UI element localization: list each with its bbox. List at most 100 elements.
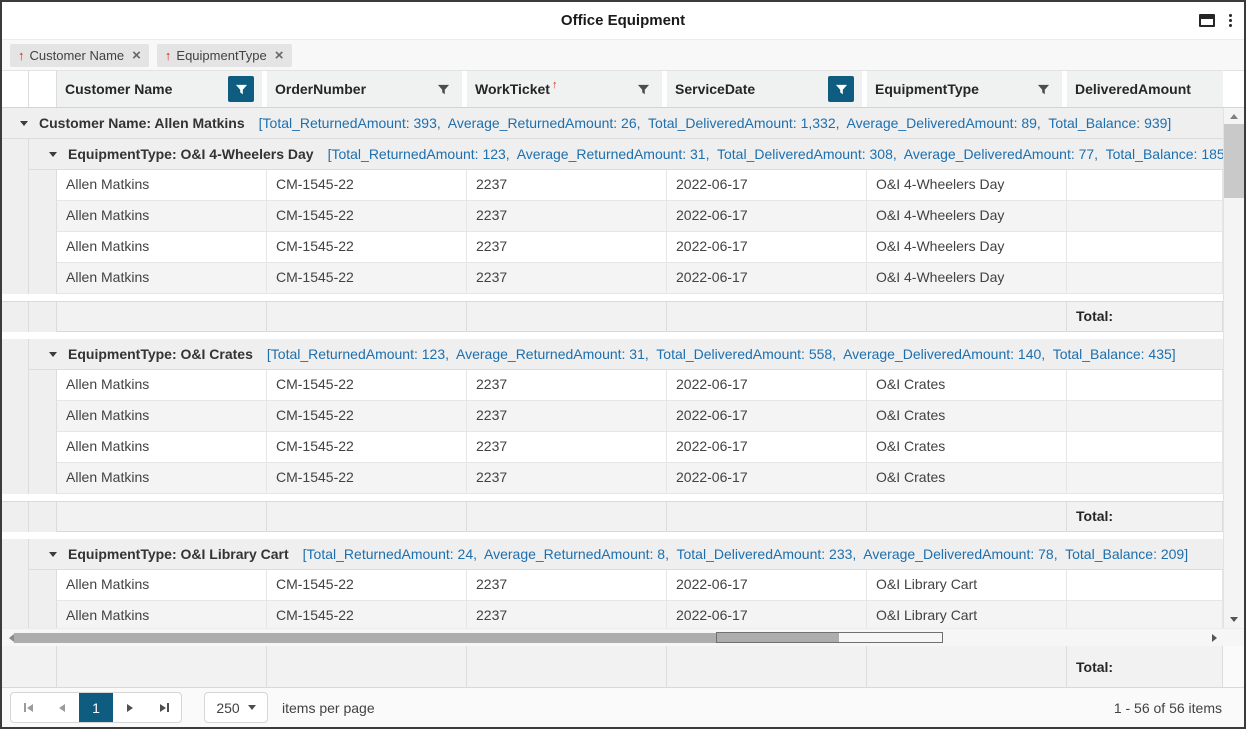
cell-ordernumber: CM-1545-22	[267, 463, 467, 494]
footer-cell-equipmenttype	[867, 302, 1067, 332]
cell-customer-name: Allen Matkins	[57, 432, 267, 463]
column-header-deliveredamount[interactable]: DeliveredAmount	[1067, 71, 1223, 107]
vertical-scrollbar[interactable]	[1223, 108, 1244, 628]
table-row[interactable]: Allen MatkinsCM-1545-2222372022-06-17O&I…	[2, 370, 1223, 401]
table-row[interactable]: Allen MatkinsCM-1545-2222372022-06-17O&I…	[2, 201, 1223, 232]
cell-deliveredamount	[1067, 170, 1223, 201]
cell-customer-name: Allen Matkins	[57, 263, 267, 294]
table-row[interactable]: Allen MatkinsCM-1545-2222372022-06-17O&I…	[2, 401, 1223, 432]
cell-equipmenttype: O&I 4-Wheelers Day	[867, 170, 1067, 201]
next-page-icon[interactable]	[113, 693, 147, 722]
cell-workticket: 2237	[467, 463, 667, 494]
footer-cell-servicedate	[667, 502, 867, 532]
scroll-up-icon[interactable]	[1230, 114, 1238, 119]
cell-workticket: 2237	[467, 601, 667, 628]
cell-servicedate: 2022-06-17	[667, 370, 867, 401]
scroll-down-icon[interactable]	[1230, 617, 1238, 622]
table-row[interactable]: Allen MatkinsCM-1545-2222372022-06-17O&I…	[2, 463, 1223, 494]
table-row[interactable]: Allen MatkinsCM-1545-2222372022-06-17O&I…	[2, 170, 1223, 201]
filter-icon[interactable]	[1037, 83, 1050, 96]
cell-deliveredamount	[1067, 463, 1223, 494]
collapse-caret-icon[interactable]	[49, 152, 57, 157]
group-indent-cell	[2, 502, 29, 532]
table-row[interactable]: Allen MatkinsCM-1545-2222372022-06-17O&I…	[2, 232, 1223, 263]
group-indent-cell	[2, 263, 29, 294]
cell-ordernumber: CM-1545-22	[267, 201, 467, 232]
grand-footer-cell	[57, 646, 267, 687]
footer-cell-ordernumber	[267, 302, 467, 332]
group-label: Customer Name: Allen Matkins	[39, 115, 245, 131]
group-row-customer[interactable]: Customer Name: Allen Matkins[Total_Retur…	[2, 108, 1223, 139]
group-indent-cell	[29, 201, 57, 232]
grand-footer-cell	[267, 646, 467, 687]
cell-customer-name: Allen Matkins	[57, 232, 267, 263]
cell-customer-name: Allen Matkins	[57, 370, 267, 401]
vertical-scrollbar-thumb[interactable]	[1224, 124, 1244, 198]
collapse-caret-icon[interactable]	[49, 352, 57, 357]
group-indent-cell	[29, 502, 57, 532]
collapse-caret-icon[interactable]	[49, 552, 57, 557]
cell-servicedate: 2022-06-17	[667, 601, 867, 628]
group-chip-label: EquipmentType	[176, 48, 266, 63]
group-footer-row: Total:	[2, 301, 1223, 332]
grand-total-row: Total:	[2, 646, 1244, 688]
previous-page-icon[interactable]	[45, 693, 79, 722]
table-row[interactable]: Allen MatkinsCM-1545-2222372022-06-17O&I…	[2, 432, 1223, 463]
column-header-customer-name[interactable]: Customer Name	[57, 71, 267, 107]
group-indent-cell	[29, 263, 57, 294]
footer-cell-servicedate	[667, 302, 867, 332]
up-arrow-icon: ↑	[165, 49, 172, 62]
pager-info: 1 - 56 of 56 items	[1114, 700, 1222, 716]
group-indent-cell	[2, 601, 29, 628]
grand-footer-cell	[867, 646, 1067, 687]
filter-icon-active[interactable]	[228, 76, 254, 102]
grid-rows: Customer Name: Allen Matkins[Total_Retur…	[2, 108, 1223, 628]
close-icon[interactable]: ×	[275, 48, 284, 63]
cell-deliveredamount	[1067, 570, 1223, 601]
cell-servicedate: 2022-06-17	[667, 232, 867, 263]
filter-icon[interactable]	[637, 83, 650, 96]
group-row-equipment-type[interactable]: EquipmentType: O&I 4-Wheelers Day[Total_…	[2, 139, 1223, 170]
column-header-workticket[interactable]: WorkTicket↑	[467, 71, 667, 107]
column-header-ordernumber[interactable]: OrderNumber	[267, 71, 467, 107]
close-icon[interactable]: ×	[132, 48, 141, 63]
footer-cell-customer-name	[57, 302, 267, 332]
column-header-servicedate[interactable]: ServiceDate	[667, 71, 867, 107]
group-indent-cell	[29, 302, 57, 332]
horizontal-scrollbar-drag-outline	[716, 632, 943, 643]
group-chip-equipment-type[interactable]: ↑ EquipmentType ×	[157, 44, 292, 67]
table-row[interactable]: Allen MatkinsCM-1545-2222372022-06-17O&I…	[2, 263, 1223, 294]
kebab-menu-icon[interactable]	[1227, 12, 1234, 29]
footer-cell-workticket	[467, 502, 667, 532]
cell-equipmenttype: O&I Crates	[867, 370, 1067, 401]
cell-equipmenttype: O&I Crates	[867, 432, 1067, 463]
page-button-1[interactable]: 1	[79, 693, 113, 722]
column-header-label: EquipmentType	[875, 81, 979, 97]
first-page-icon[interactable]	[11, 693, 45, 722]
cell-ordernumber: CM-1545-22	[267, 232, 467, 263]
horizontal-scrollbar[interactable]	[2, 628, 1244, 646]
title-bar-icons	[1199, 2, 1234, 39]
group-indent-cell	[29, 370, 57, 401]
window-icon[interactable]	[1199, 14, 1215, 27]
filter-icon[interactable]	[437, 83, 450, 96]
group-row-equipment-type[interactable]: EquipmentType: O&I Crates[Total_Returned…	[2, 339, 1223, 370]
table-row[interactable]: Allen MatkinsCM-1545-2222372022-06-17O&I…	[2, 570, 1223, 601]
cell-servicedate: 2022-06-17	[667, 201, 867, 232]
chevron-down-icon	[248, 705, 256, 710]
column-header-equipmenttype[interactable]: EquipmentType	[867, 71, 1067, 107]
page-size-value: 250	[216, 700, 239, 716]
group-indent-cell	[29, 401, 57, 432]
page-size-dropdown[interactable]: 250	[204, 692, 268, 723]
cell-workticket: 2237	[467, 432, 667, 463]
cell-customer-name: Allen Matkins	[57, 463, 267, 494]
filter-icon-active[interactable]	[828, 76, 854, 102]
scroll-right-icon[interactable]	[1212, 634, 1217, 642]
table-row[interactable]: Allen MatkinsCM-1545-2222372022-06-17O&I…	[2, 601, 1223, 628]
group-row-equipment-type[interactable]: EquipmentType: O&I Library Cart[Total_Re…	[2, 539, 1223, 570]
group-chip-customer-name[interactable]: ↑ Customer Name ×	[10, 44, 149, 67]
grand-footer-cell: Total:	[1067, 646, 1223, 687]
group-indent-cell	[29, 601, 57, 628]
collapse-caret-icon[interactable]	[20, 121, 28, 126]
last-page-icon[interactable]	[147, 693, 181, 722]
